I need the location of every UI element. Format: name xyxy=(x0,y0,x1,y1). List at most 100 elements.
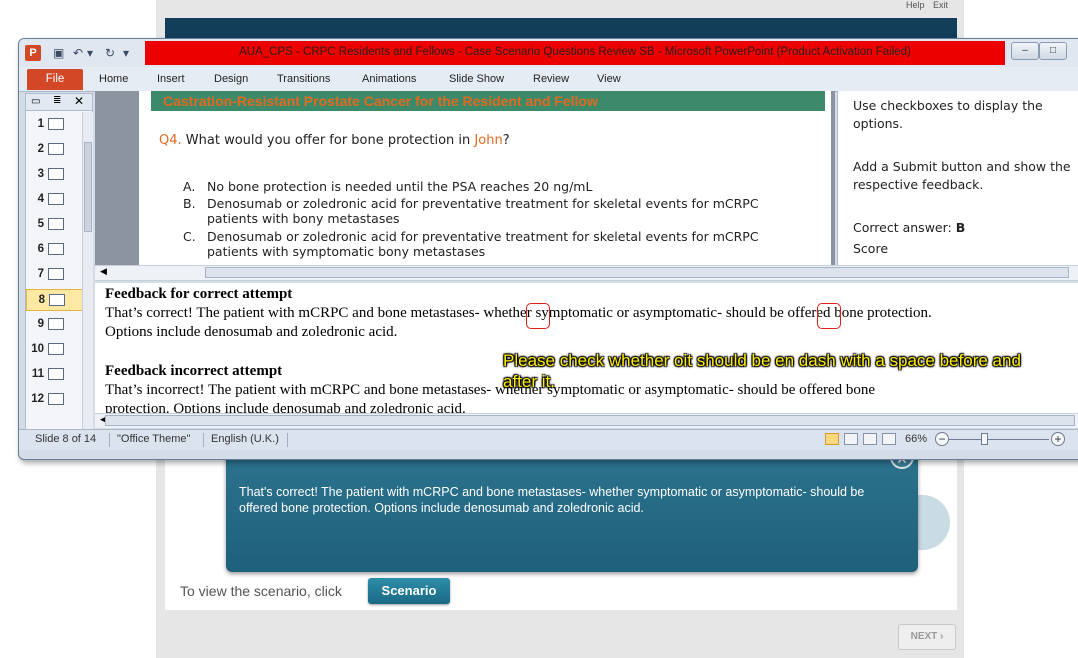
zoom-slider-handle[interactable] xyxy=(981,433,988,445)
tab-view[interactable]: View xyxy=(597,73,621,85)
thumbnails-header: ▭ ≣ ✕ xyxy=(26,94,92,111)
slide-thumbnail[interactable]: 9 xyxy=(26,314,86,336)
normal-view-icon[interactable] xyxy=(825,433,839,445)
slide-thumbnail[interactable]: 2 xyxy=(26,139,86,161)
separator xyxy=(287,433,288,447)
separator xyxy=(109,433,110,447)
slide-show-icon[interactable] xyxy=(882,433,896,445)
thumbnail-image xyxy=(48,218,64,230)
status-bar: Slide 8 of 14 "Office Theme" English (U.… xyxy=(19,429,1078,450)
tab-animations[interactable]: Animations xyxy=(362,73,416,85)
window-title: AUA_CPS - CRPC Residents and Fellows - C… xyxy=(239,46,911,58)
correct-feedback-heading: Feedback for correct attempt xyxy=(105,286,293,302)
slide-horizontal-scrollbar[interactable]: ◀ xyxy=(95,265,1078,281)
exit-link[interactable]: Exit xyxy=(933,0,948,10)
slide-counter: Slide 8 of 14 xyxy=(35,433,97,445)
zoom-level[interactable]: 66% xyxy=(905,433,927,445)
tab-transitions[interactable]: Transitions xyxy=(277,73,330,85)
notes-horizontal-scrollbar[interactable]: ◀ xyxy=(95,413,1078,428)
tab-review[interactable]: Review xyxy=(533,73,569,85)
slide-number: 8 xyxy=(38,294,45,306)
tab-slide-show[interactable]: Slide Show xyxy=(449,73,504,85)
help-link[interactable]: Help xyxy=(906,0,925,10)
thumbnails-scrollbar[interactable] xyxy=(82,112,93,430)
slide-number: 9 xyxy=(37,318,44,330)
outline-view-icon[interactable]: ≣ xyxy=(53,95,61,106)
customize-toolbar-icon[interactable]: ▾ xyxy=(123,45,129,61)
thumbnail-image xyxy=(48,368,64,380)
tab-design[interactable]: Design xyxy=(214,73,248,85)
slide-thumbnail[interactable]: 6 xyxy=(26,239,86,261)
slide-number: 7 xyxy=(37,268,44,280)
option-text: No bone protection is needed until the P… xyxy=(207,179,593,194)
correct-answer-value: B xyxy=(955,220,966,235)
slide-thumbnail[interactable]: 11 xyxy=(26,364,86,386)
language-indicator[interactable]: English (U.K.) xyxy=(211,433,279,445)
thumbnail-image xyxy=(48,193,64,205)
title-bar: P ▣ ↶ ▾ ↻ ▾ AUA_CPS - CRPC Residents and… xyxy=(19,39,1078,67)
tab-file[interactable]: File xyxy=(27,69,83,90)
slide-number: 4 xyxy=(37,193,44,205)
slide-number: 10 xyxy=(31,343,44,355)
powerpoint-window: P ▣ ↶ ▾ ↻ ▾ AUA_CPS - CRPC Residents and… xyxy=(18,38,1078,460)
theme-name[interactable]: "Office Theme" xyxy=(117,433,190,445)
option-b[interactable]: B. Denosumab or zoledronic acid for prev… xyxy=(183,196,803,226)
thumbnail-image xyxy=(48,168,64,180)
option-a[interactable]: A. No bone protection is needed until th… xyxy=(183,179,803,194)
undo-icon[interactable]: ↶ xyxy=(73,45,83,61)
slide-thumbnail[interactable]: 3 xyxy=(26,164,86,186)
incorrect-feedback-heading: Feedback incorrect attempt xyxy=(105,363,283,379)
side-notes-textbox[interactable]: Use checkboxes to display the options. A… xyxy=(837,91,1078,265)
undo-dropdown-icon[interactable]: ▾ xyxy=(87,45,93,61)
option-text: Denosumab or zoledronic acid for prevent… xyxy=(207,229,759,259)
scenario-prompt: To view the scenario, click xyxy=(180,583,342,599)
slide-thumbnail[interactable]: 4 xyxy=(26,189,86,211)
scenario-button[interactable]: Scenario xyxy=(368,578,450,604)
side-note-4: Score xyxy=(853,241,889,256)
scrollbar-thumb[interactable] xyxy=(105,415,1075,426)
thumbnail-image xyxy=(49,294,65,306)
zoom-in-icon[interactable]: + xyxy=(1051,432,1065,446)
side-note-3: Correct answer: B xyxy=(853,219,1078,237)
thumbnail-image xyxy=(48,243,64,255)
slide-thumbnail[interactable]: 12 xyxy=(26,389,86,411)
separator xyxy=(203,433,204,447)
slide-thumbnail-selected[interactable]: 8 xyxy=(26,289,86,311)
zoom-out-icon[interactable]: − xyxy=(935,432,949,446)
slide-thumbnail[interactable]: 5 xyxy=(26,214,86,236)
thumbnail-image xyxy=(48,268,64,280)
review-annotation: Please check whether oit should be en da… xyxy=(503,351,1021,391)
tab-home[interactable]: Home xyxy=(99,73,128,85)
notes-pane[interactable]: Feedback for correct attempt That’s corr… xyxy=(95,283,1078,413)
close-pane-icon[interactable]: ✕ xyxy=(74,94,84,108)
maximize-icon[interactable]: □ xyxy=(1039,42,1067,60)
scrollbar-thumb[interactable] xyxy=(84,142,92,232)
slide-sorter-icon[interactable] xyxy=(844,433,858,445)
slide-thumbnail[interactable]: 7 xyxy=(26,264,86,286)
popup-body: That's correct! The patient with mCRPC a… xyxy=(239,485,865,515)
slides-view-icon[interactable]: ▭ xyxy=(31,96,40,107)
zoom-slider[interactable] xyxy=(949,439,1049,440)
powerpoint-app-icon[interactable]: P xyxy=(25,45,41,61)
slide-edit-pane: Castration-Resistant Prostate Cancer for… xyxy=(95,91,835,265)
next-button[interactable]: NEXT › xyxy=(898,624,956,650)
slide-number: 2 xyxy=(37,143,44,155)
thumbnail-image xyxy=(48,393,64,405)
slide-thumbnail[interactable]: 10 xyxy=(26,339,86,361)
slide-canvas[interactable]: Castration-Resistant Prostate Cancer for… xyxy=(139,91,831,265)
option-letter: C. xyxy=(183,229,196,244)
redo-icon[interactable]: ↻ xyxy=(105,45,115,61)
slide-header-bar: Castration-Resistant Prostate Cancer for… xyxy=(151,91,825,111)
question-text[interactable]: Q4. What would you offer for bone protec… xyxy=(159,133,510,148)
save-icon[interactable]: ▣ xyxy=(53,45,64,61)
reading-view-icon[interactable] xyxy=(863,433,877,445)
tab-insert[interactable]: Insert xyxy=(157,73,185,85)
scrollbar-thumb[interactable] xyxy=(205,267,1069,278)
question-body: What would you offer for bone protection… xyxy=(185,133,471,148)
minimize-icon[interactable]: – xyxy=(1011,42,1039,60)
question-label: Q4. xyxy=(159,133,182,148)
question-end: ? xyxy=(502,133,510,148)
option-c[interactable]: C. Denosumab or zoledronic acid for prev… xyxy=(183,229,803,259)
scroll-left-icon[interactable]: ◀ xyxy=(100,266,107,277)
slide-thumbnail[interactable]: 1 xyxy=(26,114,86,136)
